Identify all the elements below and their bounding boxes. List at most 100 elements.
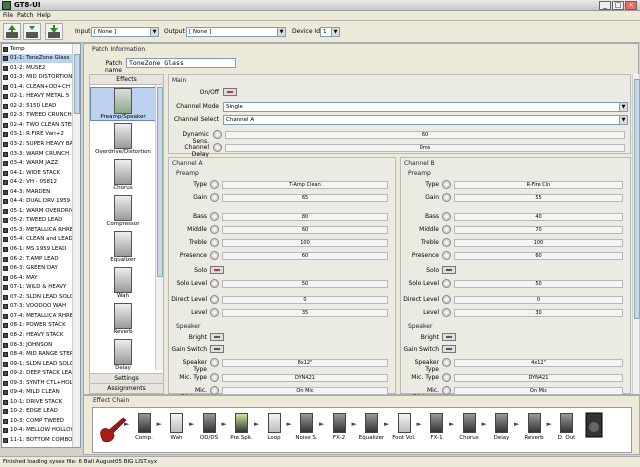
presence-knob[interactable]: [442, 251, 451, 260]
list-item[interactable]: 06-3: GREEN DAY: [2, 264, 74, 273]
list-item[interactable]: 10-4: MELLOW HOLLOW: [2, 426, 74, 435]
solo-toggle[interactable]: [442, 266, 456, 274]
chain-effect[interactable]: Delay: [487, 413, 517, 441]
settings-tab[interactable]: Settings: [90, 373, 163, 383]
presence-knob[interactable]: [210, 251, 219, 260]
micdist-knob[interactable]: [442, 386, 451, 395]
list-item[interactable]: 01-1: ToneZone Glass: [2, 54, 74, 63]
editor-scrollbar[interactable]: [632, 74, 640, 394]
effect-item[interactable]: Preamp/Speaker: [90, 87, 156, 121]
list-item[interactable]: 10-1: DRIVE STACK: [2, 398, 74, 407]
treble-knob[interactable]: [442, 238, 451, 247]
effect-item[interactable]: Delay: [90, 339, 156, 371]
chain-effect[interactable]: D. Out: [552, 413, 582, 441]
scrollbar-thumb[interactable]: [634, 79, 640, 319]
output-select[interactable]: [ None ] ▼: [186, 27, 286, 37]
list-item[interactable]: 04-3: MARDEN: [2, 188, 74, 197]
save-button[interactable]: [23, 23, 41, 40]
gain-switch-toggle[interactable]: [210, 345, 224, 353]
load-button[interactable]: [3, 23, 21, 40]
maximize-button[interactable]: □: [612, 1, 624, 10]
effect-item[interactable]: Compressor: [90, 195, 156, 227]
onoff-toggle[interactable]: [223, 88, 237, 96]
list-item[interactable]: Temp: [2, 45, 74, 54]
list-item[interactable]: 05-4: CLEAN and LEAD CTL: [2, 235, 74, 244]
effects-scrollbar[interactable]: [155, 85, 163, 370]
chain-effect[interactable]: Chorus: [454, 413, 484, 441]
list-item[interactable]: 06-2: T.AMP LEAD: [2, 255, 74, 264]
list-item[interactable]: 05-1: WARM OVERDRIVE: [2, 207, 74, 216]
input-select[interactable]: [ None ] ▼: [91, 27, 159, 37]
list-item[interactable]: 10-2: EDGE LEAD: [2, 407, 74, 416]
mictype-knob[interactable]: [442, 373, 451, 382]
effect-item[interactable]: Overdrive/Distortion: [90, 123, 156, 155]
gain-knob[interactable]: [442, 193, 451, 202]
gain-switch-toggle[interactable]: [442, 345, 456, 353]
list-item[interactable]: 09-3: SYNTH CTL+HOLD: [2, 379, 74, 388]
list-item[interactable]: 09-2: DEEP STACK LEAD: [2, 369, 74, 378]
patch-list[interactable]: Temp 01-1: ToneZone Glass 01-2: MUSE2 01-3…: [1, 43, 81, 448]
list-item[interactable]: 07-1: WILD & HEAVY: [2, 283, 74, 292]
list-item[interactable]: 05-2: TWEED LEAD: [2, 216, 74, 225]
level-knob[interactable]: [210, 308, 219, 317]
chain-effect[interactable]: Equalizer: [357, 413, 387, 441]
list-item[interactable]: 05-3: METALLICA RHRE: [2, 226, 74, 235]
assignments-tab[interactable]: Assignments: [90, 383, 163, 393]
level-knob[interactable]: [442, 308, 451, 317]
channel-mode-select[interactable]: Single ▼: [223, 102, 628, 112]
effect-item[interactable]: Chorus: [90, 159, 156, 191]
sololevel-knob[interactable]: [210, 279, 219, 288]
chain-effect[interactable]: Wah: [162, 413, 192, 441]
list-item[interactable]: 02-2: 5150 LEAD: [2, 102, 74, 111]
close-button[interactable]: ×: [625, 1, 637, 10]
list-item[interactable]: 08-2: HEAVY STACK: [2, 331, 74, 340]
list-item[interactable]: 01-3: MID DISTORTION: [2, 73, 74, 82]
list-item[interactable]: 01-2: MUSE2: [2, 64, 74, 73]
list-item[interactable]: 10-3: COMP TWEED: [2, 417, 74, 426]
list-item[interactable]: 06-4: MAY: [2, 274, 74, 283]
chain-effect[interactable]: FX-2: [324, 413, 354, 441]
bright-toggle[interactable]: [442, 333, 456, 341]
list-item[interactable]: 01-4: CLEAN+DD+CH: [2, 83, 74, 92]
micdist-knob[interactable]: [210, 386, 219, 395]
scrollbar-thumb[interactable]: [74, 54, 80, 114]
menu-patch[interactable]: Patch: [17, 12, 33, 19]
chain-effect[interactable]: Foot Vol.: [389, 413, 419, 441]
direct-knob[interactable]: [442, 295, 451, 304]
list-item[interactable]: 07-2: SLDN LEAD SOLO: [2, 293, 74, 302]
chain-effect[interactable]: OD/DS: [194, 413, 224, 441]
bass-knob[interactable]: [442, 212, 451, 221]
list-item[interactable]: 03-2: SUPER HEAVY BASS: [2, 140, 74, 149]
sptype-knob[interactable]: [210, 358, 219, 367]
middle-knob[interactable]: [442, 225, 451, 234]
sptype-knob[interactable]: [442, 358, 451, 367]
effect-item[interactable]: Reverb: [90, 303, 156, 335]
send-button[interactable]: [45, 23, 63, 40]
list-item[interactable]: 02-1: HEAVY METAL 5: [2, 92, 74, 101]
chain-effect[interactable]: Pre.Spk.: [227, 413, 257, 441]
list-item[interactable]: 11-1: BOTTOM COMBO DRV: [2, 436, 74, 445]
list-item[interactable]: 03-4: WARM JAZZ: [2, 159, 74, 168]
treble-knob[interactable]: [210, 238, 219, 247]
chain-effect[interactable]: FX-1: [422, 413, 452, 441]
menu-file[interactable]: File: [3, 12, 13, 19]
list-item[interactable]: 06-1: MS 1959 LEAD: [2, 245, 74, 254]
device-id-select[interactable]: 1 ▼: [320, 27, 340, 37]
scrollbar-thumb[interactable]: [157, 87, 163, 277]
list-item[interactable]: 08-3: JOHNSON: [2, 341, 74, 350]
mictype-knob[interactable]: [210, 373, 219, 382]
list-item[interactable]: 04-1: WIDE STACK: [2, 169, 74, 178]
sololevel-knob[interactable]: [442, 279, 451, 288]
list-item[interactable]: 08-4: MID RANGE STEREO: [2, 350, 74, 359]
middle-knob[interactable]: [210, 225, 219, 234]
patch-name-input[interactable]: ToneZone Glass: [126, 58, 236, 68]
channel-select[interactable]: Channel A ▼: [223, 115, 628, 125]
list-item[interactable]: 09-1: SLDN LEAD SOLO: [2, 360, 74, 369]
effect-item[interactable]: Equalizer: [90, 231, 156, 263]
patch-list-scrollbar[interactable]: [72, 44, 80, 447]
type-knob[interactable]: [210, 180, 219, 189]
chain-effect[interactable]: Reverb: [519, 413, 549, 441]
list-item[interactable]: 04-2: VH - 05812: [2, 178, 74, 187]
bass-knob[interactable]: [210, 212, 219, 221]
chain-effect[interactable]: Comp.: [129, 413, 159, 441]
